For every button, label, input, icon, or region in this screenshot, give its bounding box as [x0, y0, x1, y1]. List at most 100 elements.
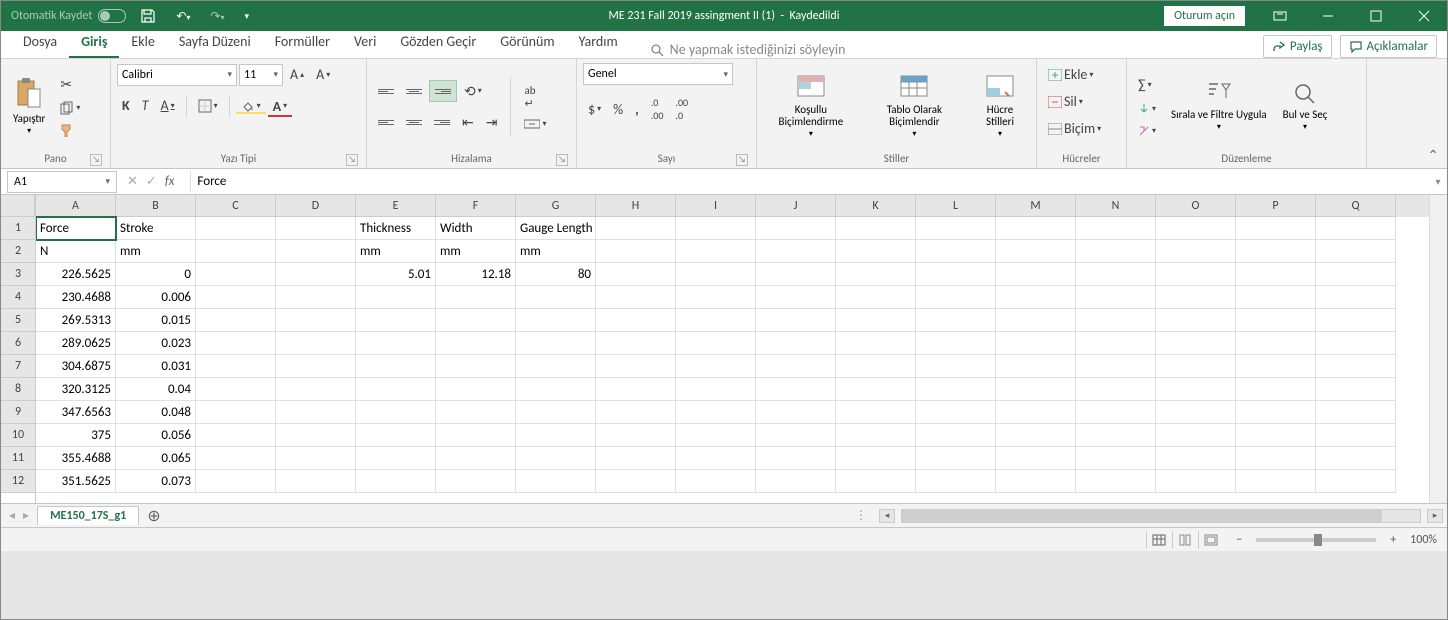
cell[interactable]: mm: [116, 240, 196, 263]
cell[interactable]: [676, 240, 756, 263]
align-left-icon[interactable]: [373, 112, 399, 132]
cell[interactable]: [1236, 286, 1316, 309]
cell[interactable]: [676, 355, 756, 378]
cell[interactable]: [1156, 263, 1236, 286]
cell[interactable]: [836, 355, 916, 378]
cell[interactable]: [276, 263, 356, 286]
column-header[interactable]: M: [996, 195, 1076, 217]
cell[interactable]: [1316, 447, 1396, 470]
cell[interactable]: [676, 424, 756, 447]
cell[interactable]: [1076, 447, 1156, 470]
row-header[interactable]: 10: [1, 424, 35, 447]
italic-button[interactable]: T: [137, 94, 154, 117]
autosum-button[interactable]: ∑ ▾: [1133, 73, 1161, 96]
cell[interactable]: [676, 401, 756, 424]
cell[interactable]: [436, 286, 516, 309]
sign-in-button[interactable]: Oturum açın: [1164, 6, 1245, 26]
cell[interactable]: 0.056: [116, 424, 196, 447]
merge-center-button[interactable]: ▾: [519, 115, 551, 133]
cell[interactable]: [756, 447, 836, 470]
page-break-view-icon[interactable]: [1198, 531, 1222, 549]
zoom-slider[interactable]: [1256, 538, 1376, 542]
ribbon-tab-yardım[interactable]: Yardım: [567, 27, 630, 58]
cell[interactable]: [516, 286, 596, 309]
row-header[interactable]: 11: [1, 447, 35, 470]
format-painter-icon[interactable]: [55, 120, 85, 140]
dialog-launcher-icon[interactable]: ↘: [736, 154, 748, 166]
vertical-scrollbar[interactable]: [1429, 195, 1447, 503]
fill-button[interactable]: ▾: [1133, 100, 1161, 118]
cell[interactable]: Width: [436, 217, 516, 240]
column-header[interactable]: F: [436, 195, 516, 217]
paste-button[interactable]: Yapıştır ▾: [7, 75, 51, 138]
ribbon-tab-giriş[interactable]: Giriş: [69, 27, 119, 58]
cell[interactable]: [436, 447, 516, 470]
cell[interactable]: [1156, 355, 1236, 378]
cell[interactable]: [596, 286, 676, 309]
borders-button[interactable]: ▾: [193, 96, 223, 116]
cancel-formula-icon[interactable]: ✕: [127, 174, 138, 189]
format-as-table-button[interactable]: Tablo Olarak Biçimlendir▾: [863, 72, 966, 141]
cell[interactable]: [196, 447, 276, 470]
cell[interactable]: [276, 355, 356, 378]
cell[interactable]: [916, 263, 996, 286]
select-all-corner[interactable]: [1, 195, 35, 217]
cell[interactable]: [1236, 263, 1316, 286]
cell[interactable]: [836, 401, 916, 424]
cell[interactable]: [916, 240, 996, 263]
cell[interactable]: [1236, 470, 1316, 493]
cell[interactable]: [1316, 355, 1396, 378]
cell[interactable]: [1236, 424, 1316, 447]
ribbon-tab-veri[interactable]: Veri: [342, 27, 388, 58]
cell[interactable]: [516, 470, 596, 493]
cell[interactable]: [836, 378, 916, 401]
enter-formula-icon[interactable]: ✓: [146, 174, 157, 189]
cell[interactable]: [596, 217, 676, 240]
cell[interactable]: [756, 309, 836, 332]
cell[interactable]: 289.0625: [36, 332, 116, 355]
cell[interactable]: [916, 286, 996, 309]
cell[interactable]: [1156, 332, 1236, 355]
cell[interactable]: [756, 378, 836, 401]
new-sheet-button[interactable]: ⊕: [139, 506, 168, 526]
cell[interactable]: [676, 332, 756, 355]
cell[interactable]: [436, 424, 516, 447]
cell[interactable]: 0.04: [116, 378, 196, 401]
cell[interactable]: [356, 378, 436, 401]
sheet-nav-next-icon[interactable]: ▸: [23, 508, 29, 523]
cell[interactable]: [596, 309, 676, 332]
cell[interactable]: Force: [36, 217, 116, 240]
cell[interactable]: [1316, 217, 1396, 240]
zoom-in-button[interactable]: +: [1386, 533, 1400, 547]
cell[interactable]: [436, 470, 516, 493]
cell[interactable]: [596, 447, 676, 470]
column-header[interactable]: N: [1076, 195, 1156, 217]
increase-indent-icon[interactable]: ⇥: [481, 111, 503, 134]
fill-color-button[interactable]: ▾: [236, 97, 266, 114]
cell[interactable]: [1236, 332, 1316, 355]
cell[interactable]: [1156, 217, 1236, 240]
cell[interactable]: [916, 309, 996, 332]
cell[interactable]: [516, 332, 596, 355]
cell[interactable]: [836, 240, 916, 263]
row-header[interactable]: 9: [1, 401, 35, 424]
cell[interactable]: [276, 286, 356, 309]
cell[interactable]: [996, 401, 1076, 424]
cell[interactable]: [996, 332, 1076, 355]
column-header[interactable]: L: [916, 195, 996, 217]
cell[interactable]: [1316, 332, 1396, 355]
cell[interactable]: [996, 378, 1076, 401]
cell[interactable]: [1236, 401, 1316, 424]
cell[interactable]: [676, 263, 756, 286]
cell[interactable]: [1156, 470, 1236, 493]
cell[interactable]: 12.18: [436, 263, 516, 286]
cell[interactable]: [836, 332, 916, 355]
column-header[interactable]: J: [756, 195, 836, 217]
cell[interactable]: [196, 355, 276, 378]
cell[interactable]: [1076, 332, 1156, 355]
cell[interactable]: [1076, 355, 1156, 378]
undo-icon[interactable]: ↶▾: [170, 5, 196, 28]
column-header[interactable]: K: [836, 195, 916, 217]
normal-view-icon[interactable]: [1146, 531, 1170, 549]
column-header[interactable]: A: [36, 195, 116, 217]
